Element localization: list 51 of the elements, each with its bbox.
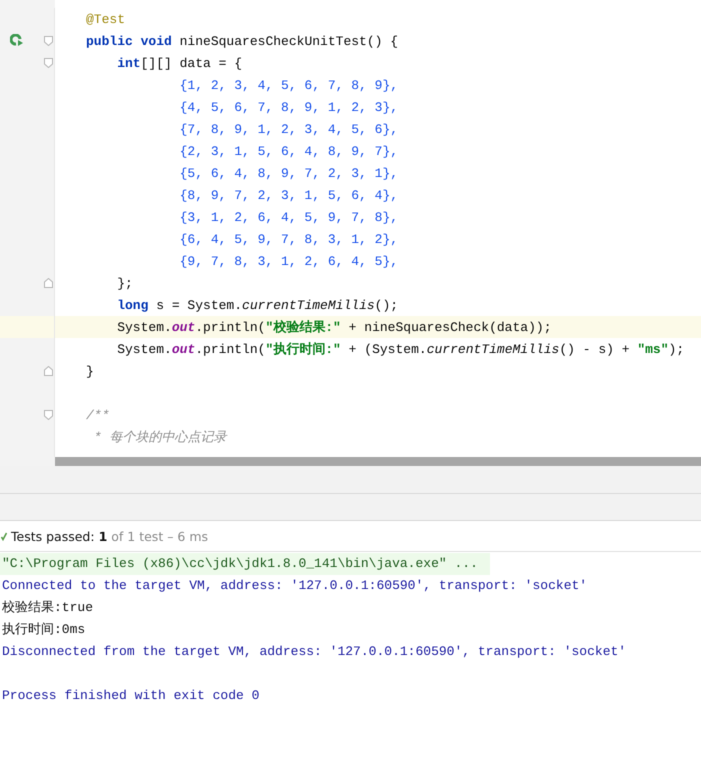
fold-marker-icon[interactable] [44, 410, 53, 420]
string-literal: "ms" [637, 342, 669, 357]
code-text: }; [116, 276, 133, 290]
run-icon[interactable] [10, 34, 24, 47]
number-literal: {5, 6, 4, 8, 9, 7, 2, 3, 1}, [178, 166, 398, 180]
code-text: () - s) + [559, 342, 631, 357]
code-text: + (System. [348, 342, 427, 357]
code-text: [][] data = { [140, 56, 242, 70]
code-text: s = System. [155, 298, 242, 312]
number-literal: {7, 8, 9, 1, 2, 3, 4, 5, 6}, [178, 122, 398, 136]
console-line: 校验结果:true [1, 599, 94, 617]
keyword: int [116, 56, 141, 70]
static-field: out [172, 342, 196, 357]
comment: * 每个块的中心点记录 [92, 430, 226, 445]
comment: /** [86, 408, 110, 422]
code-text: (); [374, 298, 398, 312]
keyword: long [116, 298, 148, 312]
static-method: currentTimeMillis [426, 342, 560, 357]
fold-marker-icon[interactable] [44, 36, 53, 46]
string-literal: "执行时间:" [265, 342, 341, 357]
console-line: Process finished with exit code 0 [1, 687, 260, 705]
keyword: public void [86, 34, 172, 48]
code-text: .println( [195, 342, 266, 357]
static-field: out [172, 320, 196, 335]
test-summary: of 1 test – 6 ms [111, 528, 208, 544]
code-text: System. [116, 342, 172, 357]
fold-marker-icon[interactable] [44, 58, 53, 68]
test-count: 1 [98, 528, 108, 544]
console-line: 执行时间:0ms [1, 621, 86, 639]
code-text: } [86, 364, 94, 378]
static-method: currentTimeMillis [242, 298, 375, 312]
number-literal: {6, 4, 5, 9, 7, 8, 3, 1, 2}, [178, 232, 398, 246]
code-text: .println( [195, 320, 266, 335]
console-line: Connected to the target VM, address: '127.0.0.1:60590', transport: 'socket' [1, 577, 588, 595]
fold-marker-icon[interactable] [44, 278, 53, 288]
code-text: ); [668, 342, 684, 357]
test-status-label: Tests passed: [11, 528, 95, 544]
number-literal: {1, 2, 3, 4, 5, 6, 7, 8, 9}, [178, 78, 398, 92]
code-text: nineSquaresCheckUnitTest() { [178, 34, 398, 48]
scrollbar[interactable] [55, 457, 701, 466]
number-literal: {8, 9, 7, 2, 3, 1, 5, 6, 4}, [178, 188, 398, 202]
string-literal: "校验结果:" [265, 320, 341, 335]
code-text: System. [116, 320, 172, 335]
number-literal: {2, 3, 1, 5, 6, 4, 8, 9, 7}, [178, 144, 398, 158]
fold-marker-icon[interactable] [44, 366, 53, 376]
number-literal: {3, 1, 2, 6, 4, 5, 9, 7, 8}, [178, 210, 398, 224]
code-text: + nineSquaresCheck(data)); [348, 320, 552, 335]
number-literal: {4, 5, 6, 7, 8, 9, 1, 2, 3}, [178, 100, 398, 114]
console-line: Disconnected from the target VM, address: '127.0.0.1:60590', transport: 'socket' [1, 643, 628, 661]
number-literal: {9, 7, 8, 3, 1, 2, 6, 4, 5}, [178, 254, 398, 268]
annotation: @Test [86, 12, 126, 26]
